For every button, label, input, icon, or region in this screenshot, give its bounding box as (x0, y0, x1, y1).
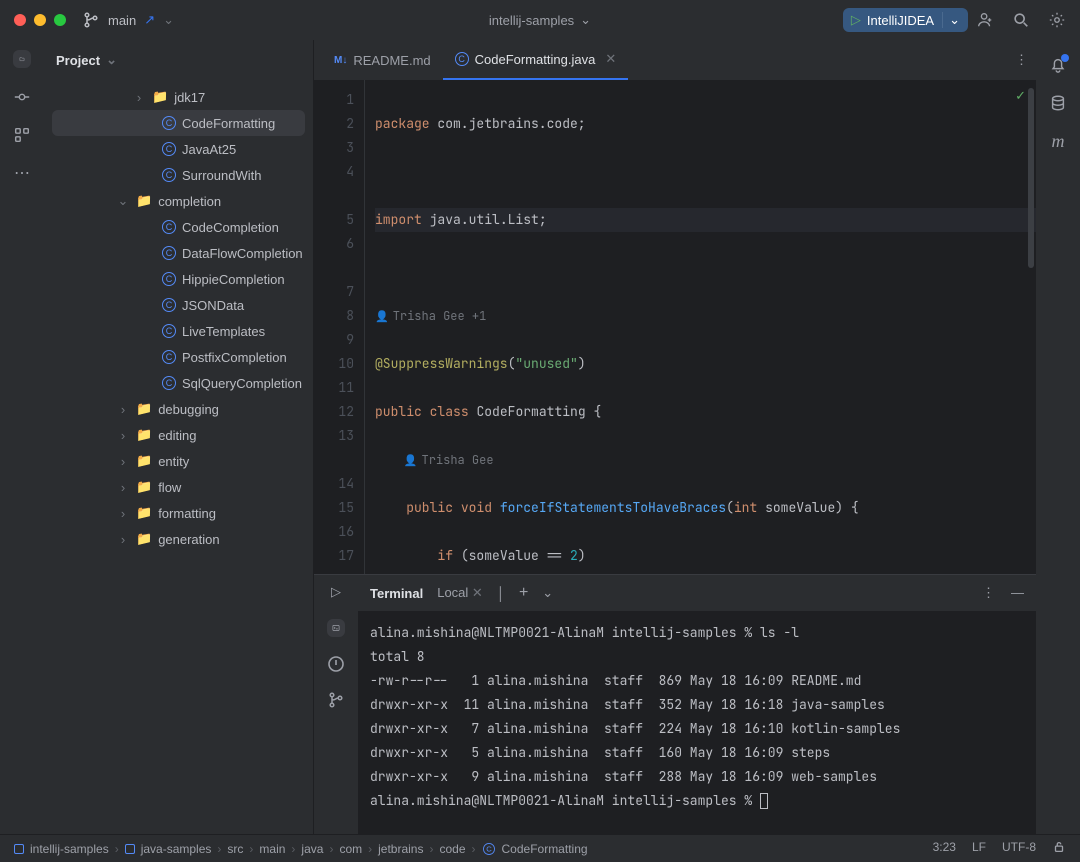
project-tree: ›📁jdk17 CCodeFormatting CJavaAt25 CSurro… (44, 80, 313, 834)
breadcrumb-item[interactable]: java-samples (125, 842, 212, 856)
tree-class-javaat25[interactable]: CJavaAt25 (44, 136, 313, 162)
editor-scrollbar[interactable] (1028, 88, 1034, 268)
terminal-header: Terminal Local ✕ │ + ⌄ ⋮ — (358, 575, 1036, 611)
tree-class-codecompletion[interactable]: CCodeCompletion (44, 214, 313, 240)
terminal-split-icon[interactable]: │ (497, 586, 505, 601)
tree-class-codeformatting[interactable]: CCodeFormatting (52, 110, 305, 136)
terminal-tab-local[interactable]: Local ✕ (437, 585, 483, 601)
collab-icon[interactable] (976, 11, 994, 29)
readonly-lock-icon[interactable] (1052, 840, 1066, 857)
notifications-icon[interactable] (1049, 56, 1067, 74)
project-selector[interactable]: intellij-samples ⌄ (489, 12, 591, 28)
chevron-down-icon: ⌄ (580, 12, 591, 28)
terminal-cursor (760, 793, 768, 809)
close-window[interactable] (14, 14, 26, 26)
vcs-tool-icon[interactable] (327, 691, 345, 709)
line-ending[interactable]: LF (972, 840, 986, 857)
project-panel-header[interactable]: Project ⌄ (44, 40, 313, 80)
settings-gear-icon[interactable] (1048, 11, 1066, 29)
breadcrumb-item[interactable]: code (439, 842, 465, 856)
close-tab-icon[interactable]: ✕ (605, 51, 616, 67)
run-config-widget[interactable]: ▷ IntelliJIDEA ⌄ (843, 8, 968, 32)
terminal-options-icon[interactable]: ⋮ (982, 585, 995, 601)
editor-area: M↓ README.md C CodeFormatting.java ✕ ⋮ ✓… (314, 40, 1036, 834)
class-icon: C (455, 52, 469, 66)
markdown-icon: M↓ (334, 55, 347, 66)
code-content[interactable]: package com.jetbrains.code; import java.… (364, 80, 1036, 574)
project-tool-icon[interactable] (13, 50, 31, 68)
tab-codeformatting[interactable]: C CodeFormatting.java ✕ (443, 40, 629, 80)
tree-class-jsondata[interactable]: CJSONData (44, 292, 313, 318)
database-icon[interactable] (1049, 94, 1067, 112)
right-tool-strip: m (1036, 40, 1080, 834)
problems-tool-icon[interactable] (327, 655, 345, 673)
tab-readme[interactable]: M↓ README.md (322, 40, 443, 80)
tree-class-hippiecompletion[interactable]: CHippieCompletion (44, 266, 313, 292)
terminal-new-icon[interactable]: + (519, 584, 528, 602)
maven-icon[interactable]: m (1049, 132, 1067, 150)
bottom-left-tool-strip: ▷ (314, 575, 358, 834)
tree-class-livetemplates[interactable]: CLiveTemplates (44, 318, 313, 344)
breadcrumb-item[interactable]: jetbrains (378, 842, 423, 856)
tree-folder-editing[interactable]: ›📁editing (44, 422, 313, 448)
tree-folder-flow[interactable]: ›📁flow (44, 474, 313, 500)
file-encoding[interactable]: UTF-8 (1002, 840, 1036, 857)
breadcrumb-item[interactable]: java (301, 842, 323, 856)
terminal-tool-icon[interactable] (327, 619, 345, 637)
tree-folder-generation[interactable]: ›📁generation (44, 526, 313, 552)
tree-folder-jdk17[interactable]: ›📁jdk17 (44, 84, 313, 110)
run-tool-icon[interactable]: ▷ (327, 583, 345, 601)
more-tool-icon[interactable]: ⋯ (13, 164, 31, 182)
code-editor[interactable]: ✓ 1 2 3 4 5 6 7 8 9 10 11 12 13 14 15 (314, 80, 1036, 574)
statusbar: intellij-samples › java-samples ›src ›ma… (0, 834, 1080, 862)
breadcrumb-item[interactable]: com (339, 842, 362, 856)
breadcrumb-root[interactable]: intellij-samples (14, 842, 109, 856)
terminal-title: Terminal (370, 586, 423, 601)
external-link-icon: ↗ (144, 12, 155, 28)
terminal-tool-window: ▷ Terminal Local ✕ │ (314, 574, 1036, 834)
commit-tool-icon[interactable] (13, 88, 31, 106)
project-panel: Project ⌄ ›📁jdk17 CCodeFormatting CJavaA… (44, 40, 314, 834)
gutter: 1 2 3 4 5 6 7 8 9 10 11 12 13 14 15 16 1… (314, 80, 364, 574)
chevron-down-icon[interactable]: ⌄ (542, 585, 553, 601)
chevron-down-icon: ⌄ (106, 52, 117, 68)
terminal-output[interactable]: alina.mishina@NLTMP0021-AlinaM intellij-… (358, 611, 1036, 834)
tree-class-surroundwith[interactable]: CSurroundWith (44, 162, 313, 188)
run-config-name: IntelliJIDEA (867, 13, 934, 28)
tree-folder-debugging[interactable]: ›📁debugging (44, 396, 313, 422)
window-controls (14, 14, 66, 26)
search-icon[interactable] (1012, 11, 1030, 29)
minimize-window[interactable] (34, 14, 46, 26)
tree-class-dataflowcompletion[interactable]: CDataFlowCompletion (44, 240, 313, 266)
structure-tool-icon[interactable] (13, 126, 31, 144)
branch-name: main (108, 13, 136, 28)
branch-icon (82, 11, 100, 29)
breadcrumb-file[interactable]: CCodeFormatting (482, 842, 588, 856)
project-name: intellij-samples (489, 13, 574, 28)
tree-folder-completion[interactable]: ⌄📁completion (44, 188, 313, 214)
tree-class-sqlquerycompletion[interactable]: CSqlQueryCompletion (44, 370, 313, 396)
titlebar-right-icons (976, 11, 1066, 29)
chevron-down-icon: ⌄ (942, 12, 960, 28)
zoom-window[interactable] (54, 14, 66, 26)
play-icon: ▷ (851, 12, 861, 28)
inspection-ok-icon[interactable]: ✓ (1015, 88, 1026, 104)
breadcrumb-item[interactable]: src (227, 842, 243, 856)
caret-position[interactable]: 3:23 (933, 840, 956, 857)
chevron-down-icon: ⌄ (163, 12, 174, 28)
editor-tabs: M↓ README.md C CodeFormatting.java ✕ ⋮ (314, 40, 1036, 80)
tree-folder-formatting[interactable]: ›📁formatting (44, 500, 313, 526)
project-panel-title: Project (56, 53, 100, 68)
breadcrumb-item[interactable]: main (259, 842, 285, 856)
terminal-hide-icon[interactable]: — (1011, 585, 1024, 601)
main-area: ⋯ Project ⌄ ›📁jdk17 CCodeFormatting CJav… (0, 40, 1080, 834)
titlebar: main ↗ ⌄ intellij-samples ⌄ ▷ IntelliJID… (0, 0, 1080, 40)
tabs-more-icon[interactable]: ⋮ (1015, 52, 1028, 68)
vcs-branch-widget[interactable]: main ↗ ⌄ (82, 11, 174, 29)
tree-class-postfixcompletion[interactable]: CPostfixCompletion (44, 344, 313, 370)
left-tool-strip: ⋯ (0, 40, 44, 834)
tree-folder-entity[interactable]: ›📁entity (44, 448, 313, 474)
